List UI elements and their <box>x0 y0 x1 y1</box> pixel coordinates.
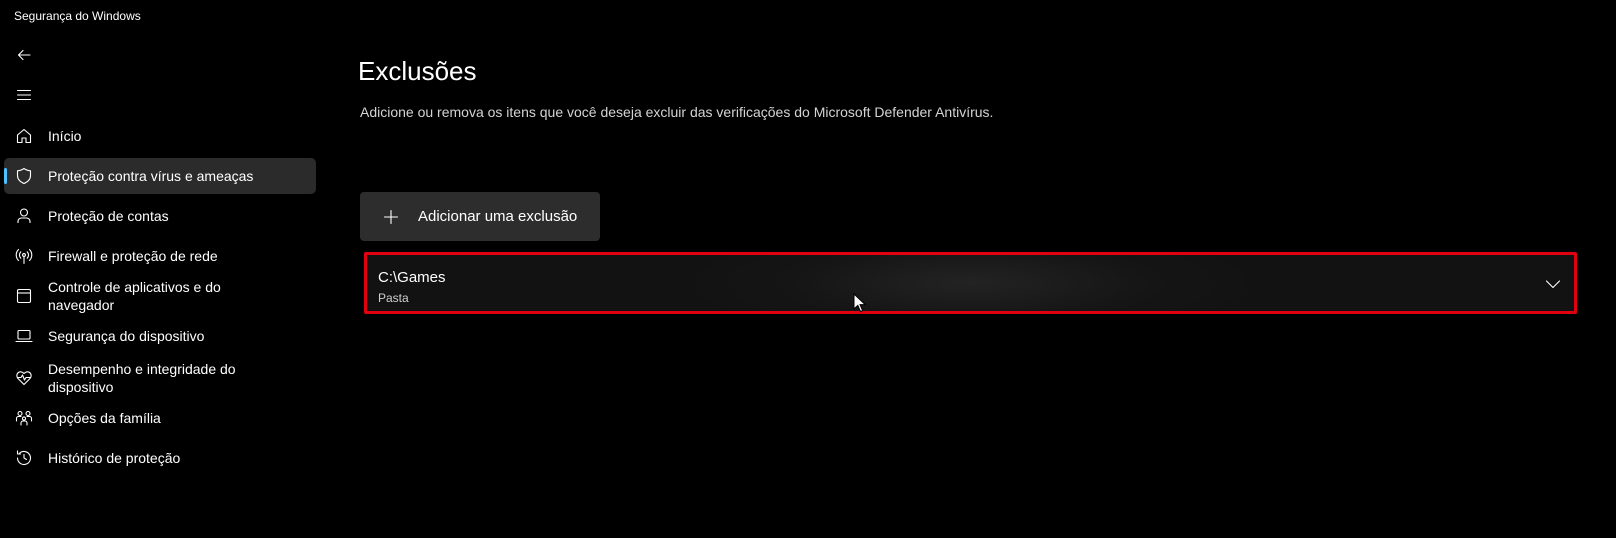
sidebar-item-protection-history[interactable]: Histórico de proteção <box>4 440 316 476</box>
windows-security-window: Segurança do Windows Início Proteção con… <box>0 0 1616 538</box>
exclusion-item[interactable]: C:\Games Pasta <box>364 252 1577 314</box>
sidebar-item-label: Histórico de proteção <box>48 450 181 466</box>
sidebar-item-device-security[interactable]: Segurança do dispositivo <box>4 318 316 354</box>
plus-icon <box>382 208 400 226</box>
sidebar-item-label: Desempenho e integridade do dispositivo <box>48 361 236 395</box>
sidebar-item-family-options[interactable]: Opções da família <box>4 400 316 436</box>
window-title: Segurança do Windows <box>14 9 141 23</box>
laptop-icon <box>14 326 34 346</box>
sidebar-item-label: Segurança do dispositivo <box>48 328 205 344</box>
history-icon <box>14 448 34 468</box>
sidebar-item-label: Firewall e proteção de rede <box>48 248 218 264</box>
chevron-down-icon[interactable] <box>1544 275 1562 293</box>
browser-window-icon <box>14 286 34 306</box>
sidebar-item-device-performance[interactable]: Desempenho e integridade do dispositivo <box>4 358 316 398</box>
add-exclusion-label: Adicionar uma exclusão <box>418 208 578 225</box>
family-icon <box>14 408 34 428</box>
sidebar-item-label: Opções da família <box>48 410 161 426</box>
selection-indicator <box>4 168 7 184</box>
sidebar-item-virus-protection[interactable]: Proteção contra vírus e ameaças <box>4 158 316 194</box>
sidebar-item-label: Proteção de contas <box>48 208 169 224</box>
heart-pulse-icon <box>14 368 34 388</box>
sidebar-item-label: Controle de aplicativos e do navegador <box>48 279 221 313</box>
sidebar-item-label: Proteção contra vírus e ameaças <box>48 168 254 184</box>
sidebar-item-label: Início <box>48 128 82 144</box>
home-icon <box>14 126 34 146</box>
page-description: Adicione ou remova os itens que você des… <box>360 104 994 120</box>
sidebar: Início Proteção contra vírus e ameaças P… <box>4 118 316 480</box>
sidebar-item-firewall[interactable]: Firewall e proteção de rede <box>4 238 316 274</box>
exclusion-path: C:\Games <box>378 269 446 286</box>
page-title: Exclusões <box>358 56 477 86</box>
back-arrow-icon <box>17 49 31 61</box>
antenna-icon <box>14 246 34 266</box>
sidebar-item-home[interactable]: Início <box>4 118 316 154</box>
exclusion-type: Pasta <box>378 291 409 305</box>
add-exclusion-button[interactable]: Adicionar uma exclusão <box>360 192 600 241</box>
menu-button[interactable] <box>8 81 40 109</box>
mouse-pointer-icon <box>853 293 867 313</box>
hamburger-menu-icon <box>16 89 32 101</box>
back-button[interactable] <box>8 41 40 69</box>
person-icon <box>14 206 34 226</box>
sidebar-item-account-protection[interactable]: Proteção de contas <box>4 198 316 234</box>
sidebar-item-app-browser-control[interactable]: Controle de aplicativos e do navegador <box>4 278 316 314</box>
shield-icon <box>14 166 34 186</box>
